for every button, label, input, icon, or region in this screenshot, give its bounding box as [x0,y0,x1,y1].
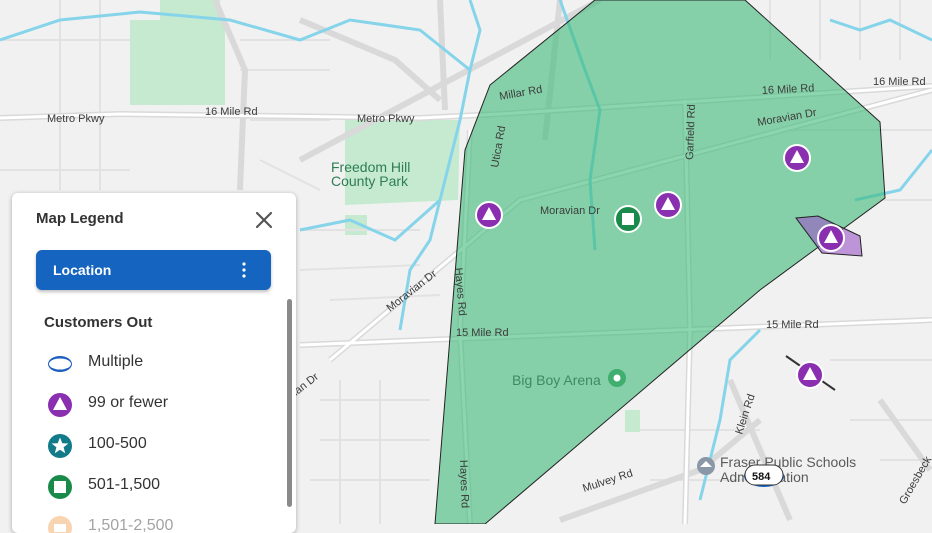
outage-marker-square[interactable] [614,205,642,233]
route-shield-label: 584 [752,471,771,483]
outage-marker-triangle[interactable] [796,361,824,389]
location-button-label: Location [53,262,112,278]
label-county-park: County Park [331,173,409,189]
label-metro-pkwy: Metro Pkwy [47,113,105,125]
label-garfield-rd: Garfield Rd [684,104,698,160]
star-icon [48,434,72,458]
label-15-mile-rd: 15 Mile Rd [456,327,509,339]
triangle-icon [48,393,72,417]
outage-marker-triangle[interactable] [783,144,811,172]
legend-section-title: Customers Out [44,314,153,331]
legend-item-label: 501-1,500 [88,476,161,493]
label-15-mile-rd: 15 Mile Rd [766,319,819,331]
label-16-mile-rd: 16 Mile Rd [873,76,926,88]
legend-item-501-1500: 501-1,500 [44,470,264,500]
legend-item-multiple: Multiple [44,347,264,377]
label-hayes-rd: Hayes Rd [457,460,471,509]
label-fraser-schools: Fraser Public Schools [720,454,856,470]
legend-item-label: 100-500 [88,435,147,452]
map-legend-panel: Map Legend Location Customers Out Multip… [12,193,296,533]
more-vertical-icon[interactable] [239,260,249,280]
location-button[interactable]: Location [36,250,271,290]
label-16-mile-rd: 16 Mile Rd [205,106,258,118]
park-area [625,410,640,432]
outage-marker-triangle[interactable] [654,191,682,219]
label-big-boy-arena: Big Boy Arena [512,372,601,388]
label-moravian-dr: Moravian Dr [540,205,600,217]
legend-item-99-or-fewer: 99 or fewer [44,388,264,418]
legend-item-label: 99 or fewer [88,394,169,411]
outage-marker-triangle[interactable] [817,224,845,252]
legend-item-label: Multiple [88,353,144,370]
close-icon[interactable] [252,208,276,232]
arena-pin-icon[interactable] [608,369,626,387]
multiple-icon [48,356,72,372]
legend-item-100-500: 100-500 [44,429,264,459]
legend-scrollbar[interactable] [287,299,292,507]
outage-marker-triangle[interactable] [475,201,503,229]
route-shield-584: 584 [744,464,784,487]
legend-item-1501-2500: 1,501-2,500 [44,511,264,533]
label-metro-pkwy: Metro Pkwy [357,113,415,125]
school-pin-icon[interactable] [697,457,715,475]
square-icon [48,475,72,499]
park-area [130,20,225,105]
legend-item-label: 1,501-2,500 [88,517,174,533]
legend-title: Map Legend [36,210,124,227]
